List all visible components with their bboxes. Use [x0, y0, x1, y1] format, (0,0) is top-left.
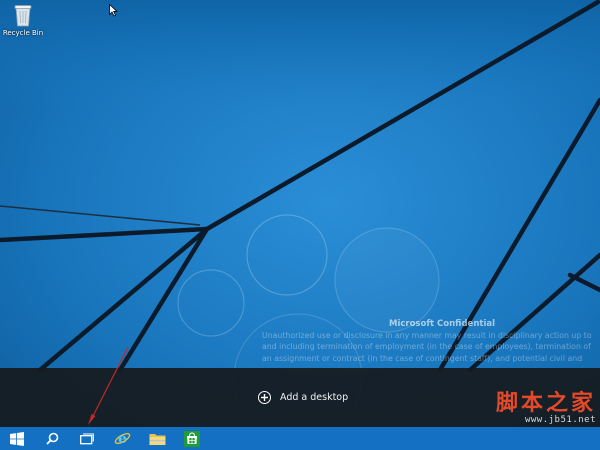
svg-text:e: e [118, 431, 127, 447]
store-icon [184, 430, 200, 447]
add-circle-icon [258, 390, 271, 404]
internet-explorer-icon: e [114, 431, 130, 447]
confidential-line: and including termination of employment … [262, 342, 591, 352]
task-view-desktops-bar: Add a desktop 脚本之家 www.jb51.net [0, 368, 600, 427]
taskbar: e [0, 427, 600, 450]
search-icon [45, 432, 58, 445]
add-desktop-label: Add a desktop [280, 391, 349, 403]
site-watermark: 脚本之家 www.jb51.net [496, 391, 596, 426]
recycle-bin-label: Recycle Bin [2, 29, 44, 37]
confidential-line: an assignment or contract (in the case o… [262, 353, 583, 363]
mouse-pointer-icon [109, 4, 118, 17]
store-button[interactable] [175, 427, 209, 450]
file-explorer-button[interactable] [140, 427, 174, 450]
task-view-button[interactable] [70, 427, 104, 450]
search-button[interactable] [35, 427, 69, 450]
confidential-line: Unauthorized use or disclosure in any ma… [262, 331, 592, 340]
site-watermark-url: www.jb51.net [524, 415, 596, 425]
folder-icon [149, 433, 165, 445]
confidential-watermark: Microsoft Confidential Unauthorized use … [262, 319, 592, 364]
internet-explorer-button[interactable]: e [105, 427, 139, 450]
confidential-title: Microsoft Confidential [388, 319, 496, 329]
site-watermark-title: 脚本之家 [495, 390, 596, 416]
desktop-screen: Recycle Bin Microsoft Confidential Unaut… [0, 0, 600, 450]
recycle-bin-shortcut[interactable]: Recycle Bin [2, 2, 44, 38]
task-view-icon [80, 432, 94, 444]
recycle-bin-icon [14, 5, 32, 27]
start-button[interactable] [0, 427, 34, 450]
windows-logo-icon [10, 431, 24, 446]
add-desktop-button[interactable]: Add a desktop [258, 388, 348, 406]
